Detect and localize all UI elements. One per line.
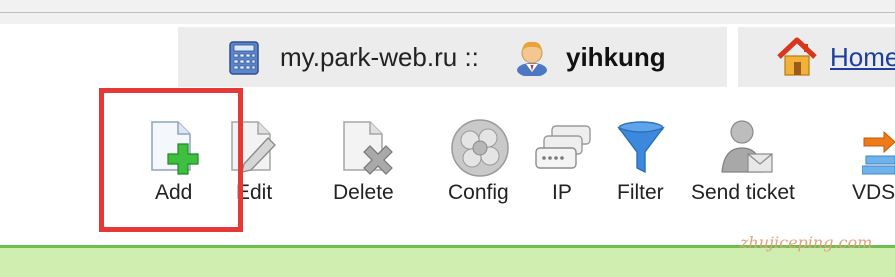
config-icon: [451, 119, 509, 177]
toolbar-label: VDS: [852, 181, 895, 204]
home-link[interactable]: Home: [830, 40, 895, 74]
host-name: my.park-web.ru ::: [280, 42, 479, 72]
toolbar-label: Edit: [236, 181, 273, 204]
watermark: zhujiceping.com: [740, 233, 873, 252]
toolbar-send-ticket-button[interactable]: Send ticket: [688, 118, 810, 218]
toolbar-label: Send ticket: [691, 181, 795, 204]
toolbar-add-button[interactable]: Add: [140, 118, 210, 218]
top-divider: [0, 12, 895, 13]
vds-icon: [862, 130, 895, 175]
ip-network-icon: [535, 125, 591, 169]
toolbar-vds-button[interactable]: VDS: [850, 118, 895, 218]
delete-document-icon: [343, 121, 393, 175]
edit-document-icon: [231, 121, 276, 173]
toolbar-label: Add: [155, 181, 193, 204]
toolbar-ip-button[interactable]: IP: [532, 118, 594, 218]
toolbar-delete-button[interactable]: Delete: [330, 118, 402, 218]
toolbar-label: Delete: [333, 181, 394, 204]
toolbar-edit-button[interactable]: Edit: [222, 118, 282, 218]
home-icon[interactable]: [776, 37, 818, 77]
user-icon: [517, 41, 547, 76]
username: yihkung: [566, 42, 666, 72]
filter-funnel-icon: [617, 121, 665, 174]
toolbar-label: Filter: [617, 181, 664, 204]
toolbar-filter-button[interactable]: Filter: [610, 118, 674, 218]
send-ticket-icon: [721, 120, 773, 173]
toolbar-label: IP: [552, 181, 572, 204]
calculator-icon: [229, 41, 259, 75]
toolbar-label: Config: [448, 181, 509, 204]
add-document-icon: [151, 121, 199, 175]
toolbar-config-button[interactable]: Config: [446, 118, 516, 218]
